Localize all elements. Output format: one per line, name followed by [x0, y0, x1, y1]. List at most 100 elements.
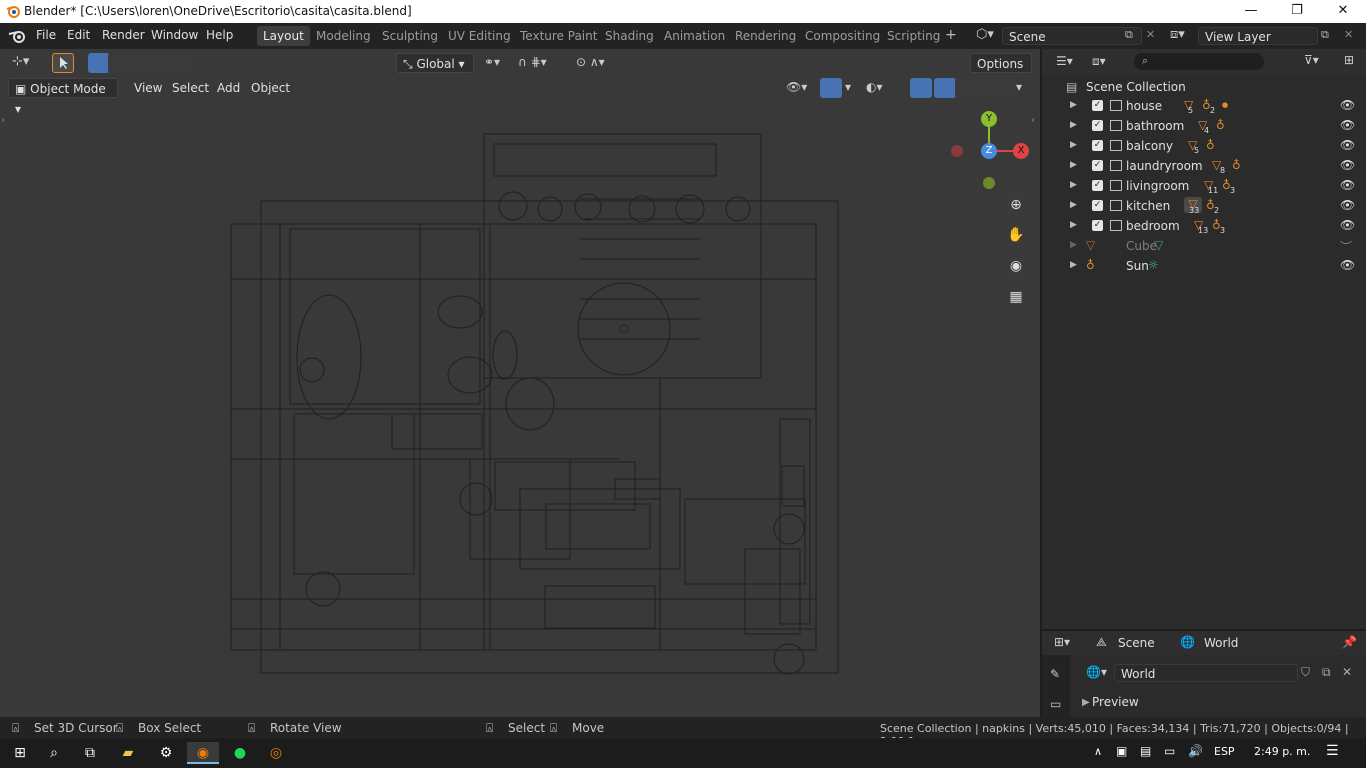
- zoom-icon[interactable]: ⊕: [1003, 192, 1029, 218]
- exclude-checkbox[interactable]: ✓: [1092, 120, 1103, 131]
- object-mode-select[interactable]: ▣ Object Mode ▾: [8, 78, 118, 116]
- shading-dropdown-icon[interactable]: ▾: [1016, 80, 1022, 94]
- tray-battery-icon[interactable]: ▭: [1164, 744, 1175, 758]
- outliner-item-livingroom[interactable]: ▶ ✓ livingroom ▽ 11 ♁ 3 👁: [1042, 176, 1366, 196]
- outliner-item-house[interactable]: ▶ ✓ house ▽ 5 ♁ 2 ⏺ 👁: [1042, 96, 1366, 116]
- breadcrumb-scene[interactable]: Scene: [1118, 636, 1155, 650]
- grid-ortho-icon[interactable]: ▦: [1003, 284, 1029, 310]
- outliner-editor-icon[interactable]: ☰▾: [1056, 54, 1073, 68]
- fake-user-icon[interactable]: ⛉: [1301, 665, 1310, 680]
- new-scene-icon[interactable]: ⧉: [1125, 28, 1133, 42]
- breadcrumb-world[interactable]: World: [1204, 636, 1238, 650]
- gizmo-toggle-icon[interactable]: [820, 78, 842, 98]
- mode-intersect-icon[interactable]: [168, 53, 190, 73]
- pivot-point-icon[interactable]: ⚭▾: [484, 55, 500, 69]
- menu-file[interactable]: File: [36, 28, 56, 42]
- scene-name-field[interactable]: Scene: [1002, 27, 1142, 45]
- expand-icon[interactable]: ▶: [1070, 180, 1077, 190]
- visibility-eye-icon[interactable]: 👁: [1340, 158, 1355, 172]
- outliner-search-input[interactable]: ⌕: [1134, 53, 1264, 70]
- visibility-eye-icon[interactable]: 👁: [1340, 218, 1355, 232]
- xray-toggle-icon[interactable]: [910, 78, 932, 98]
- taskbar-search-icon[interactable]: ⌕: [42, 742, 66, 764]
- toolbar-toggle-icon[interactable]: ›: [1, 115, 5, 126]
- tray-chevron-icon[interactable]: ∧: [1094, 745, 1102, 758]
- visibility-eye-icon[interactable]: 👁: [1340, 198, 1355, 212]
- tray-network-icon[interactable]: ▤: [1140, 744, 1151, 758]
- exclude-checkbox[interactable]: ✓: [1092, 200, 1103, 211]
- task-view-icon[interactable]: ⧉: [78, 742, 102, 764]
- tab-scripting[interactable]: Scripting: [881, 26, 946, 46]
- tab-texture-paint[interactable]: Texture Paint: [514, 26, 603, 46]
- expand-icon[interactable]: ▶: [1070, 100, 1077, 110]
- exclude-checkbox[interactable]: ✓: [1092, 180, 1103, 191]
- display-mode-icon[interactable]: ⧈▾: [1092, 54, 1106, 69]
- exclude-checkbox[interactable]: ✓: [1092, 140, 1103, 151]
- spotify-icon[interactable]: ●: [228, 742, 252, 764]
- properties-editor-icon[interactable]: ⊞▾: [1054, 635, 1070, 649]
- outliner-item-bedroom[interactable]: ▶ ✓ bedroom ▽ 13 ♁ 3 👁: [1042, 216, 1366, 236]
- tab-layout[interactable]: Layout: [257, 26, 310, 46]
- close-button[interactable]: ✕: [1320, 0, 1366, 23]
- tool-tab-icon[interactable]: ✎: [1050, 667, 1060, 681]
- visibility-eye-icon[interactable]: 👁: [1340, 138, 1355, 152]
- expand-icon[interactable]: ▶: [1070, 120, 1077, 130]
- wireframe-shading-icon[interactable]: [934, 78, 956, 98]
- view-layer-field[interactable]: View Layer: [1198, 27, 1318, 45]
- outliner-item-kitchen[interactable]: ▶ ✓ kitchen ▽ 33 ♁ 2 👁: [1042, 196, 1366, 216]
- visibility-eye-icon[interactable]: 👁: [1340, 178, 1355, 192]
- pan-hand-icon[interactable]: ✋: [1003, 222, 1029, 248]
- gizmo-y-axis[interactable]: Y: [981, 111, 997, 127]
- outliner-item-bathroom[interactable]: ▶ ✓ bathroom ▽ 4 ♁ 👁: [1042, 116, 1366, 136]
- visibility-eye-icon[interactable]: 👁: [1340, 258, 1355, 272]
- render-tab-icon[interactable]: ▭: [1050, 697, 1061, 711]
- taskbar-clock[interactable]: 2:49 p. m.: [1254, 745, 1310, 758]
- tab-uv-editing[interactable]: UV Editing: [442, 26, 517, 46]
- scene-selector-icon[interactable]: ⬡▾: [976, 27, 994, 42]
- menu-select[interactable]: Select: [166, 78, 215, 98]
- tray-volume-icon[interactable]: 🔊: [1188, 744, 1203, 758]
- visibility-eye-icon[interactable]: 👁: [1340, 118, 1355, 132]
- duplicate-icon[interactable]: ⧉: [1322, 665, 1331, 680]
- mode-extend-icon[interactable]: [108, 53, 130, 73]
- preview-panel-label[interactable]: Preview: [1092, 695, 1139, 709]
- options-dropdown[interactable]: Options ▾: [970, 53, 1032, 91]
- exclude-checkbox[interactable]: ✓: [1092, 100, 1103, 111]
- outliner-item-balcony[interactable]: ▶ ✓ balcony ▽ 5 ♁ 👁: [1042, 136, 1366, 156]
- tab-modeling[interactable]: Modeling: [310, 26, 377, 46]
- menu-edit[interactable]: Edit: [67, 28, 90, 42]
- expand-icon[interactable]: ▶: [1070, 200, 1077, 210]
- hidden-eye-icon[interactable]: ︶: [1340, 238, 1352, 255]
- tray-app-icon[interactable]: ▣: [1116, 744, 1127, 758]
- settings-gear-icon[interactable]: ⚙: [154, 742, 178, 764]
- minimize-button[interactable]: —: [1228, 0, 1274, 23]
- 3d-viewport[interactable]: ⊹▾ ⤡ Global ▾ ⚭▾ ∩ ⋕▾ ⊙ ∧▾ Options ▾ ▣ O…: [0, 49, 1040, 717]
- new-collection-icon[interactable]: ⊞: [1344, 53, 1354, 67]
- language-indicator[interactable]: ESP: [1214, 745, 1235, 758]
- menu-render[interactable]: Render: [102, 28, 145, 42]
- sidebar-toggle-icon[interactable]: ‹: [1031, 115, 1035, 126]
- blender-alt-icon[interactable]: ◎: [264, 742, 288, 764]
- unlink-icon[interactable]: ✕: [1342, 665, 1352, 679]
- snap-icon[interactable]: ∩ ⋕▾: [518, 55, 547, 69]
- add-workspace-icon[interactable]: +: [945, 27, 957, 43]
- outliner-root[interactable]: ▤ Scene Collection: [1042, 77, 1366, 97]
- new-view-layer-icon[interactable]: ⧉: [1321, 28, 1329, 42]
- world-name-field[interactable]: World: [1114, 664, 1298, 682]
- camera-icon[interactable]: ◉: [1003, 253, 1029, 279]
- visibility-icon[interactable]: 👁▾: [786, 80, 807, 94]
- editor-type-icon[interactable]: ⊹▾: [12, 54, 29, 69]
- select-tool-button[interactable]: [52, 53, 74, 73]
- windows-start-icon[interactable]: ⊞: [8, 742, 32, 764]
- tab-animation[interactable]: Animation: [658, 26, 731, 46]
- tab-compositing[interactable]: Compositing: [799, 26, 886, 46]
- rendered-shading-icon[interactable]: [993, 78, 1015, 98]
- gizmo-dropdown-icon[interactable]: ▾: [845, 80, 851, 94]
- tab-shading[interactable]: Shading: [599, 26, 660, 46]
- gizmo-x-axis[interactable]: X: [1013, 143, 1029, 159]
- expand-icon[interactable]: ▶: [1070, 160, 1077, 170]
- menu-object[interactable]: Object: [245, 78, 296, 98]
- remove-scene-icon[interactable]: ✕: [1146, 28, 1155, 41]
- mode-difference-icon[interactable]: [148, 53, 170, 73]
- mode-subtract-icon[interactable]: [128, 53, 150, 73]
